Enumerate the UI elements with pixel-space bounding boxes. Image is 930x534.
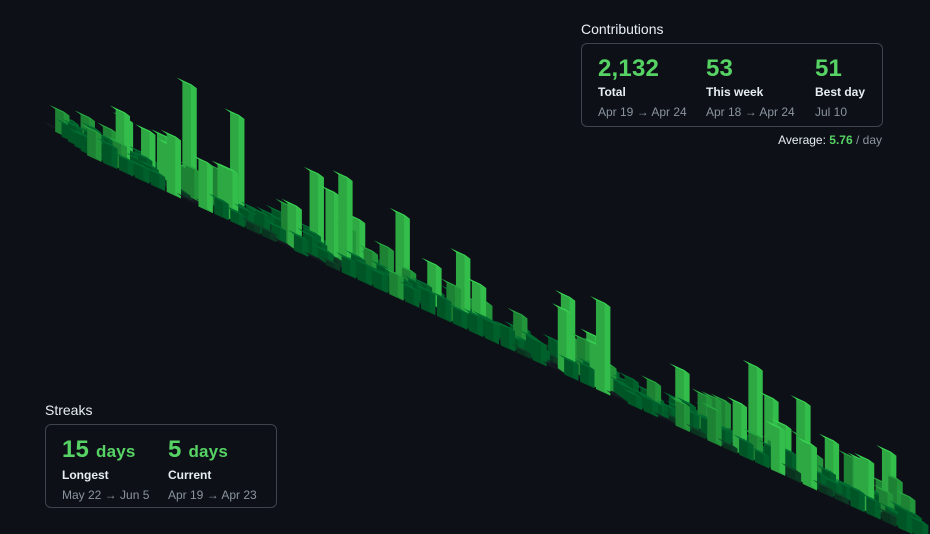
this-week-range: Apr 18 → Apr 24	[706, 105, 795, 119]
total-value: 2,132	[598, 55, 660, 82]
average-label: Average:	[778, 133, 826, 147]
calendar-cell-face	[397, 273, 404, 301]
calendar-cell-face	[811, 443, 817, 491]
longest-streak-unit: days	[95, 442, 136, 461]
current-streak-value: 5 days	[168, 436, 257, 466]
best-day-stat: 51 Best day Jul 10	[815, 55, 865, 119]
this-week-label: This week	[706, 85, 764, 99]
calendar-cell-face	[684, 402, 690, 433]
best-day-value: 51	[815, 55, 843, 82]
longest-streak-number: 15	[62, 436, 90, 463]
average-unit: / day	[855, 133, 882, 147]
calendar-cell-face	[207, 161, 213, 214]
longest-streak-label: Longest	[62, 468, 109, 482]
calendar-cell-face	[175, 136, 181, 199]
contributions-card: 2,132 Total Apr 19 → Apr 24 53 This week…	[581, 43, 883, 127]
best-day-range: Jul 10	[815, 105, 848, 119]
best-day-label: Best day	[815, 85, 866, 99]
average-value: 5.76	[829, 133, 853, 147]
longest-streak-stat: 15 days Longest May 22 → Jun 5	[62, 436, 149, 502]
isometric-contribution-calendar: Contributions 2,132 Total Apr 19 → Apr 2…	[0, 0, 930, 534]
streaks-title: Streaks	[45, 402, 93, 418]
current-streak-number: 5	[168, 436, 182, 463]
calendar-cell-face	[95, 130, 102, 162]
total-range: Apr 19 → Apr 24	[598, 105, 687, 119]
calendar-cell-face	[779, 426, 786, 476]
current-streak-stat: 5 days Current Apr 19 → Apr 23	[168, 436, 257, 502]
current-streak-unit: days	[188, 442, 228, 461]
streaks-card: 15 days Longest May 22 → Jun 5 5 days Cu…	[45, 424, 277, 508]
current-streak-label: Current	[168, 468, 212, 482]
total-stat: 2,132 Total Apr 19 → Apr 24	[598, 55, 687, 119]
calendar-cell-face	[604, 302, 611, 396]
calendar-cell-face	[715, 408, 722, 447]
contributions-title: Contributions	[581, 21, 664, 37]
longest-streak-range: May 22 → Jun 5	[62, 488, 150, 502]
this-week-value: 53	[706, 55, 734, 82]
total-label: Total	[598, 85, 626, 99]
current-streak-range: Apr 19 → Apr 23	[168, 488, 257, 502]
this-week-stat: 53 This week Apr 18 → Apr 24	[706, 55, 795, 119]
longest-streak-value: 15 days	[62, 436, 149, 466]
average-per-day: Average: 5.76 / day	[778, 133, 882, 147]
